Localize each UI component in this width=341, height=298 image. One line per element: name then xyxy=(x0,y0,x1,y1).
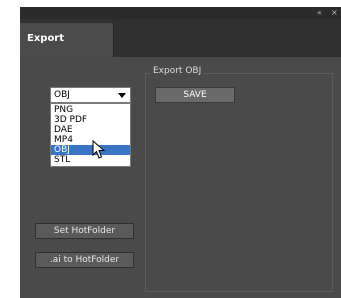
panel-title-bar: « × xyxy=(20,7,341,19)
ai-to-hotfolder-button[interactable]: .ai to HotFolder xyxy=(35,252,134,268)
format-option-mp4[interactable]: MP4 xyxy=(51,135,130,145)
format-select[interactable]: OBJ xyxy=(50,87,131,103)
format-option-stl[interactable]: STL xyxy=(51,155,130,165)
close-icon[interactable]: × xyxy=(331,7,338,19)
format-option-obj[interactable]: OBJ xyxy=(51,145,130,155)
format-dropdown-list: PNG 3D PDF DAE MP4 OBJ STL xyxy=(50,103,131,167)
export-group-box xyxy=(145,73,333,292)
tab-export-settings[interactable]: Export Settings xyxy=(20,23,114,76)
format-select-value: OBJ xyxy=(54,90,70,100)
tab-strip: Export Settings xyxy=(20,19,341,76)
save-button[interactable]: SAVE xyxy=(155,87,235,103)
mouse-cursor-icon xyxy=(92,140,106,159)
export-group-label: Export OBJ xyxy=(150,66,205,76)
export-panel: « × Export Settings Export OBJ SAVE OBJ … xyxy=(20,7,341,298)
set-hotfolder-button[interactable]: Set HotFolder xyxy=(35,223,134,239)
format-option-dae[interactable]: DAE xyxy=(51,125,130,135)
collapse-icon[interactable]: « xyxy=(317,7,322,19)
format-option-3d-pdf[interactable]: 3D PDF xyxy=(51,115,130,125)
format-option-png[interactable]: PNG xyxy=(51,105,130,115)
chevron-down-icon xyxy=(118,93,126,98)
panel-content: Export OBJ SAVE OBJ PNG 3D PDF DAE MP4 O… xyxy=(20,57,341,298)
